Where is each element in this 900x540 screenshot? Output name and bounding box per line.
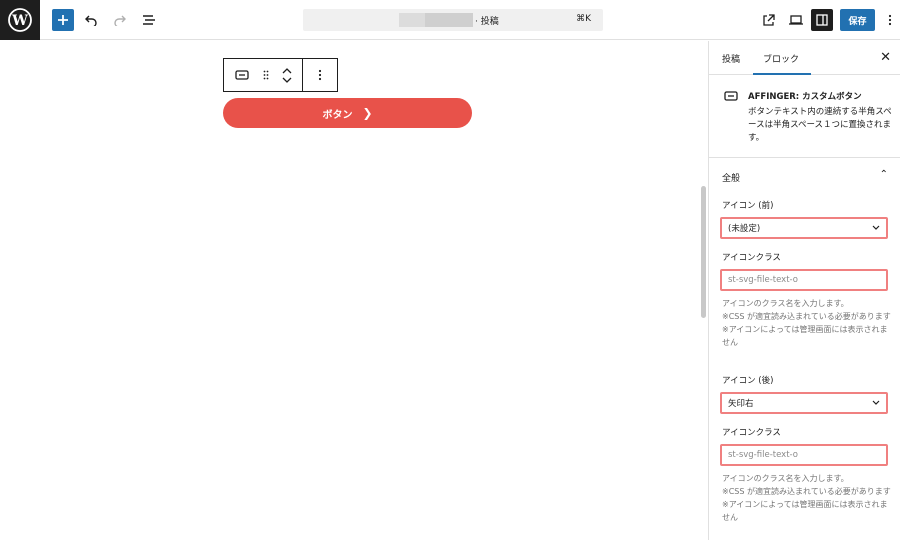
block-type-button[interactable] bbox=[224, 59, 260, 91]
close-icon[interactable]: ✕ bbox=[880, 50, 891, 65]
editor-header: W · 投稿 ⌘K 保存 bbox=[0, 0, 900, 40]
sidebar-icon bbox=[816, 14, 828, 26]
icon-class-input[interactable]: st-svg-file-text-o bbox=[720, 269, 888, 291]
wordpress-logo-icon[interactable]: W bbox=[0, 0, 40, 40]
command-palette-bar[interactable]: · 投稿 ⌘K bbox=[303, 9, 603, 31]
chevron-down-icon[interactable] bbox=[282, 77, 292, 84]
settings-toggle-button[interactable] bbox=[811, 9, 833, 31]
list-view-icon bbox=[143, 15, 155, 25]
icon-after-select[interactable]: 矢印右 bbox=[720, 392, 888, 414]
icon-after-label: アイコン (後) bbox=[722, 376, 774, 386]
drag-handle-icon bbox=[263, 70, 269, 80]
block-toolbar bbox=[223, 58, 338, 92]
icon-after-value: 矢印右 bbox=[728, 399, 754, 409]
document-title: · 投稿 bbox=[475, 17, 499, 27]
block-card: AFFINGER: カスタムボタン ボタンテキスト内の連続する半角スペースは半角… bbox=[709, 76, 900, 158]
svg-text:W: W bbox=[11, 13, 28, 29]
more-vertical-icon bbox=[318, 69, 322, 81]
help-line: ※アイコンによっては管理画面には表示されません bbox=[722, 500, 888, 522]
help-line: ※CSS が適宜読み込まれている必要があります bbox=[722, 312, 891, 321]
icon-before-select[interactable]: (未設定) bbox=[720, 217, 888, 239]
chevron-up-icon[interactable] bbox=[282, 67, 292, 74]
preview-button[interactable] bbox=[785, 9, 807, 31]
icon-class-label: アイコンクラス bbox=[722, 253, 781, 263]
drag-handle[interactable] bbox=[260, 59, 272, 91]
icon-before-value: (未設定) bbox=[728, 224, 761, 234]
redacted-title-block bbox=[425, 13, 473, 27]
help-line: ※アイコンによっては管理画面には表示されません bbox=[722, 325, 888, 347]
icon-class-input[interactable]: st-svg-file-text-o bbox=[720, 444, 888, 466]
chevron-up-icon[interactable]: ⌃ bbox=[880, 169, 888, 180]
arrow-right-icon: ❯ bbox=[362, 106, 373, 120]
move-controls bbox=[272, 59, 302, 91]
icon-before-label: アイコン (前) bbox=[722, 201, 774, 211]
plus-icon bbox=[58, 15, 68, 25]
help-line: アイコンのクラス名を入力します。 bbox=[722, 474, 849, 483]
more-vertical-icon bbox=[888, 14, 892, 26]
button-block-icon bbox=[724, 91, 738, 101]
options-button[interactable] bbox=[882, 9, 898, 31]
add-block-button[interactable] bbox=[52, 9, 74, 31]
save-button[interactable]: 保存 bbox=[840, 9, 875, 31]
view-post-button[interactable] bbox=[757, 9, 779, 31]
button-block-icon bbox=[235, 70, 249, 80]
help-text: アイコンのクラス名を入力します。 ※CSS が適宜読み込まれている必要があります… bbox=[722, 472, 892, 524]
block-options-button[interactable] bbox=[303, 59, 337, 91]
help-line: ※CSS が適宜読み込まれている必要があります bbox=[722, 487, 891, 496]
help-line: アイコンのクラス名を入力します。 bbox=[722, 299, 849, 308]
document-overview-button[interactable] bbox=[138, 9, 160, 31]
chevron-down-icon bbox=[872, 225, 880, 230]
custom-button-block[interactable]: ボタン ❯ bbox=[223, 98, 472, 128]
button-label: ボタン bbox=[322, 109, 353, 121]
undo-button[interactable] bbox=[80, 9, 102, 31]
chevron-down-icon bbox=[872, 400, 880, 405]
external-link-icon bbox=[762, 13, 775, 26]
block-card-title: AFFINGER: カスタムボタン bbox=[748, 92, 862, 102]
block-card-description: ボタンテキスト内の連続する半角スペースは半角スペース１つに置換されます。 bbox=[748, 107, 892, 143]
shortcut-hint: ⌘K bbox=[576, 14, 591, 24]
tab-block[interactable]: ブロック bbox=[763, 52, 799, 65]
desktop-icon bbox=[789, 15, 803, 25]
help-text: アイコンのクラス名を入力します。 ※CSS が適宜読み込まれている必要があります… bbox=[722, 297, 892, 349]
icon-class-placeholder: st-svg-file-text-o bbox=[728, 450, 798, 460]
settings-sidebar: 投稿 ブロック ✕ AFFINGER: カスタムボタン ボタンテキスト内の連続す… bbox=[708, 41, 900, 540]
redo-icon bbox=[114, 15, 126, 26]
icon-class-label: アイコンクラス bbox=[722, 428, 781, 438]
icon-class-placeholder: st-svg-file-text-o bbox=[728, 275, 798, 285]
undo-icon bbox=[85, 15, 97, 26]
redacted-title-block bbox=[399, 13, 425, 27]
active-tab-indicator bbox=[753, 73, 811, 75]
sidebar-tabs: 投稿 ブロック ✕ bbox=[709, 41, 900, 75]
tab-post[interactable]: 投稿 bbox=[722, 52, 740, 65]
canvas-scrollbar-thumb[interactable] bbox=[701, 186, 706, 318]
redo-button[interactable] bbox=[109, 9, 131, 31]
panel-title[interactable]: 全般 bbox=[722, 171, 740, 184]
